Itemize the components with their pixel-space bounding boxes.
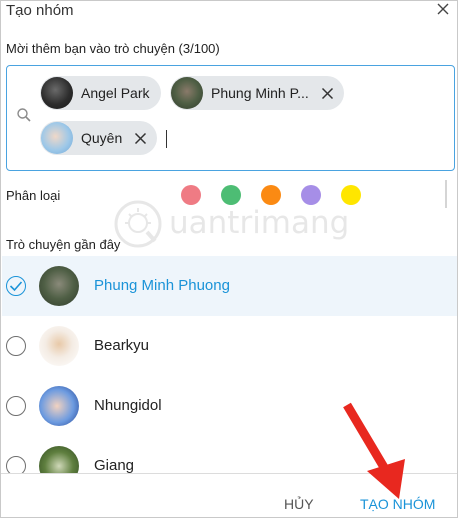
avatar	[39, 386, 79, 426]
divider	[445, 180, 447, 208]
member-chip-phung-minh-phuong: Phung Minh P...	[170, 76, 344, 110]
chip-name: Phung Minh P...	[211, 85, 309, 101]
radio-button[interactable]	[6, 336, 26, 356]
invite-label: Mời thêm bạn vào trò chuyện (3/100)	[6, 41, 220, 56]
contact-name: Phung Minh Phuong	[94, 277, 230, 294]
create-group-button[interactable]: TẠO NHÓM	[360, 496, 435, 512]
chip-name: Angel Park	[81, 85, 150, 101]
category-color-green[interactable]	[221, 185, 241, 205]
contact-row-bearkyu[interactable]: Bearkyu	[2, 316, 457, 376]
avatar	[39, 326, 79, 366]
text-caret	[166, 130, 167, 148]
create-group-dialog: Tạo nhóm Mời thêm bạn vào trò chuyện (3/…	[0, 0, 458, 518]
contact-name: Bearkyu	[94, 337, 150, 354]
category-color-red[interactable]	[181, 185, 201, 205]
category-color-yellow[interactable]	[341, 185, 361, 205]
member-chip-angel-park: Angel Park	[40, 76, 162, 110]
avatar	[41, 122, 73, 154]
remove-chip-icon[interactable]	[321, 87, 334, 100]
title-bar: Tạo nhóm	[1, 1, 457, 23]
category-label: Phân loại	[6, 188, 61, 203]
contact-row-nhungidol[interactable]: Nhungidol	[2, 376, 457, 436]
remove-chip-icon[interactable]	[134, 132, 147, 145]
chip-name: Quyên	[81, 130, 123, 146]
radio-button[interactable]	[6, 396, 26, 416]
contact-name: Nhungidol	[94, 397, 162, 414]
cancel-button[interactable]: HỦY	[284, 496, 314, 512]
close-icon[interactable]	[435, 1, 451, 17]
selected-check-icon[interactable]	[6, 276, 26, 296]
category-color-purple[interactable]	[301, 185, 321, 205]
avatar	[41, 77, 73, 109]
watermark-text: uantrimang	[169, 205, 350, 241]
contact-name: Giang	[94, 457, 135, 474]
recent-chats-label: Trò chuyện gần đây	[6, 237, 121, 252]
watermark-logo: uantrimang	[111, 197, 349, 251]
avatar	[39, 266, 79, 306]
search-icon	[16, 107, 32, 123]
member-selector-input[interactable]: Angel Park Phung Minh P... Quyên	[6, 65, 455, 171]
member-chip-quyen: Quyên	[40, 121, 158, 155]
category-color-orange[interactable]	[261, 185, 281, 205]
dialog-title: Tạo nhóm	[6, 2, 74, 19]
contact-row-phung-minh-phuong[interactable]: Phung Minh Phuong	[2, 256, 457, 316]
avatar	[171, 77, 203, 109]
dialog-footer: HỦY TẠO NHÓM	[1, 473, 457, 517]
